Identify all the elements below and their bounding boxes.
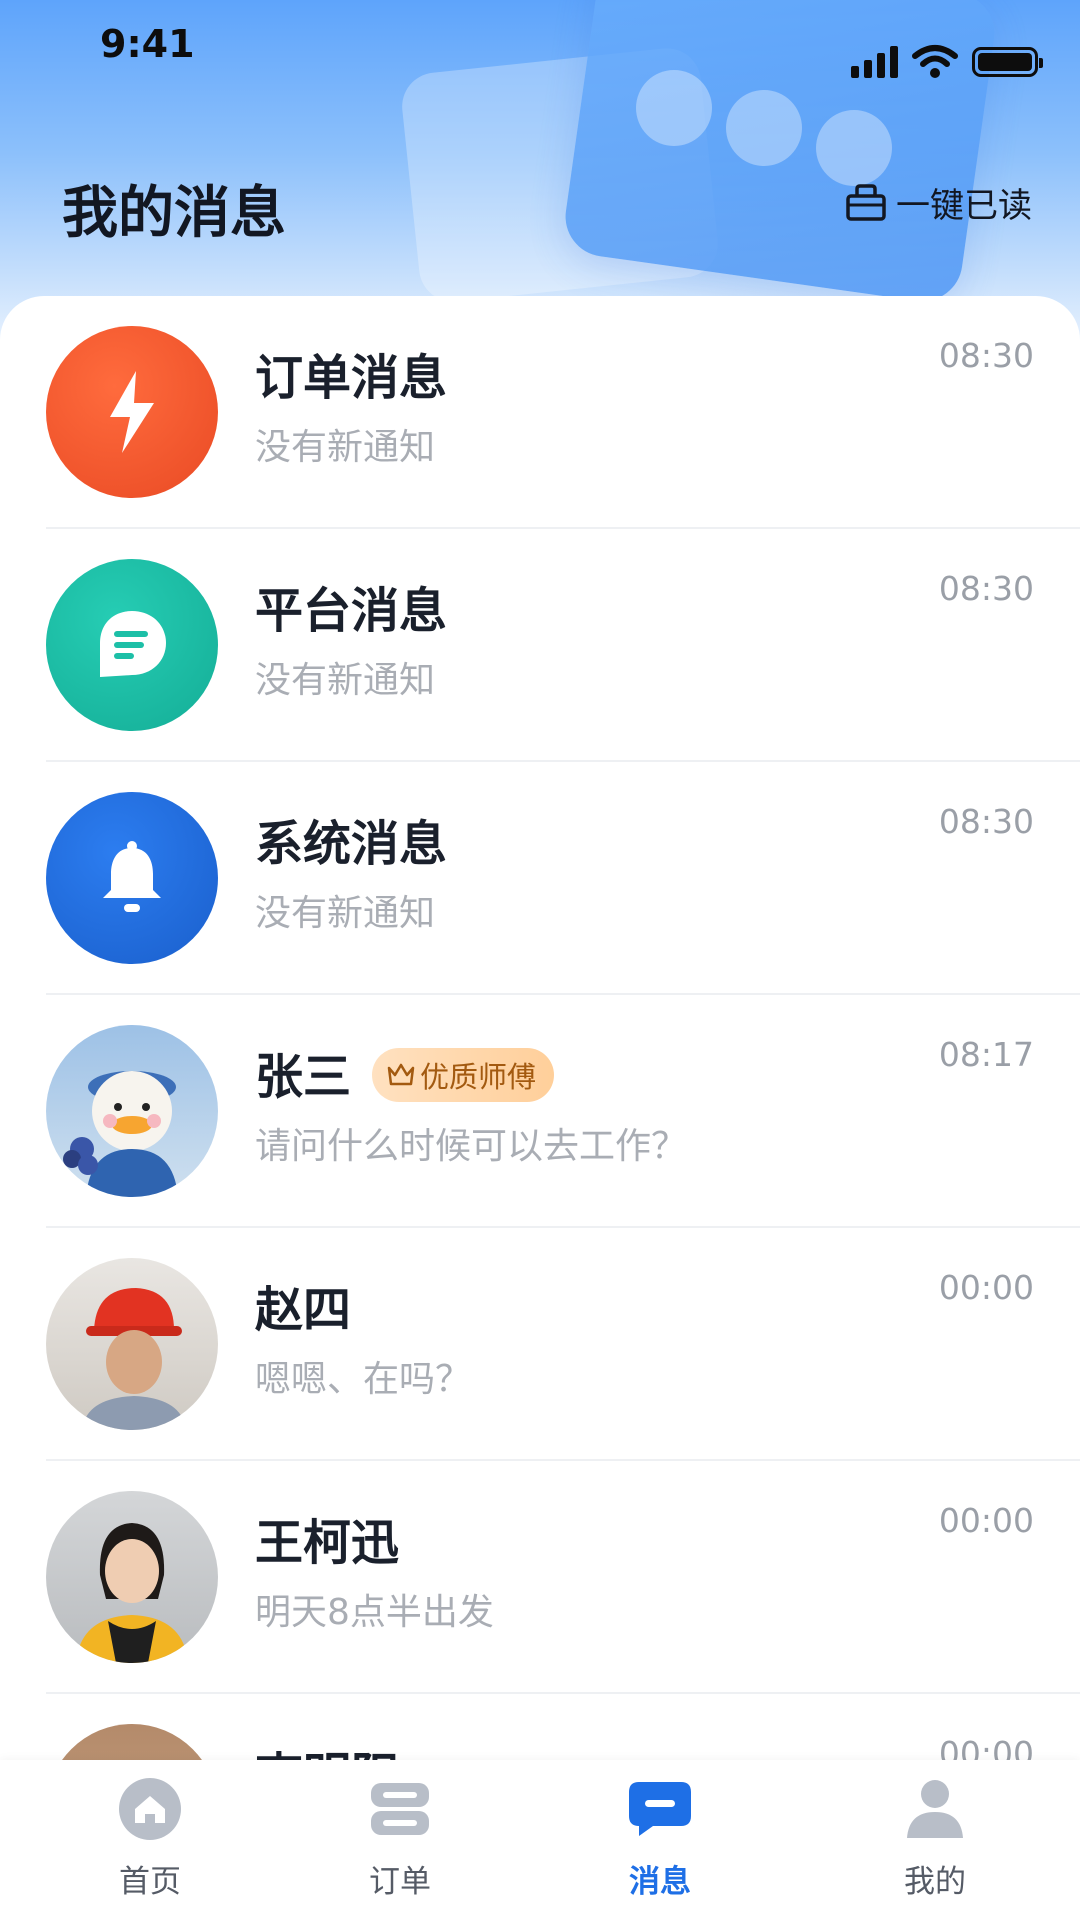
chat-bubble-icon (100, 611, 166, 677)
message-name: 李明阳 (255, 1736, 399, 1760)
tab-label: 订单 (369, 1864, 431, 1900)
message-item-contact[interactable]: 张三 优质师傅 请问什么时候可以去工作？ 08:17 (0, 995, 1080, 1228)
quality-worker-badge: 优质师傅 (372, 1048, 555, 1102)
user-avatar (46, 1491, 218, 1663)
worker-avatar-image (82, 1288, 186, 1430)
battery-icon (972, 47, 1043, 77)
page-title: 我的消息 (62, 181, 286, 246)
basket-icon (846, 183, 886, 221)
decorative-dot (726, 90, 802, 166)
user-avatar (46, 1724, 218, 1760)
message-name: 平台消息 (255, 583, 448, 639)
profile-icon (900, 1774, 970, 1844)
message-item-order[interactable]: 订单消息 没有新通知 08:30 (0, 296, 1080, 529)
message-name: 张三 (255, 1049, 352, 1105)
duck-avatar-image (63, 1071, 178, 1197)
message-time: 08:30 (938, 569, 1034, 608)
message-preview: 明天8点半出发 (255, 1592, 494, 1633)
lightning-icon (110, 371, 154, 453)
mark-all-read-label: 一键已读 (896, 186, 1032, 226)
message-name: 王柯迅 (255, 1515, 400, 1571)
message-item-system[interactable]: 系统消息 没有新通知 08:30 (0, 762, 1080, 995)
message-time: 08:30 (938, 336, 1034, 375)
status-icons (851, 44, 1043, 80)
order-icon (365, 1774, 435, 1844)
decorative-dot (636, 70, 712, 146)
message-time: 00:00 (938, 1734, 1034, 1760)
tab-home[interactable]: 首页 (70, 1774, 230, 1901)
badge-label: 优质师傅 (420, 1060, 537, 1094)
user-avatar (46, 1258, 218, 1430)
woman-avatar-image (76, 1523, 188, 1663)
user-avatar (46, 1025, 218, 1197)
message-time: 00:00 (938, 1268, 1034, 1307)
decorative-dot (816, 110, 892, 186)
tab-label: 首页 (119, 1864, 181, 1900)
home-icon (115, 1774, 185, 1844)
message-icon (625, 1774, 695, 1844)
order-avatar (46, 326, 218, 498)
message-time: 08:17 (938, 1035, 1034, 1074)
message-list[interactable]: 订单消息 没有新通知 08:30 平台消息 没有新通知 08:30 系统消息 没… (0, 296, 1080, 1760)
message-preview: 没有新通知 (255, 893, 436, 934)
tab-profile[interactable]: 我的 (855, 1774, 1015, 1901)
signal-icon (851, 46, 898, 78)
message-preview: 没有新通知 (255, 427, 436, 468)
tab-messages[interactable]: 消息 (580, 1774, 740, 1901)
message-item-platform[interactable]: 平台消息 没有新通知 08:30 (0, 529, 1080, 762)
tab-orders[interactable]: 订单 (320, 1774, 480, 1901)
wifi-icon (912, 45, 958, 78)
system-avatar (46, 792, 218, 964)
tab-label: 我的 (904, 1864, 966, 1900)
message-preview: 没有新通知 (255, 660, 436, 701)
message-preview: 请问什么时候可以去工作？ (255, 1126, 688, 1167)
message-name: 订单消息 (255, 350, 448, 406)
bell-icon (103, 841, 161, 912)
message-time: 08:30 (938, 802, 1034, 841)
message-name: 赵四 (255, 1282, 352, 1338)
message-item-contact[interactable]: 王柯迅 明天8点半出发 00:00 (0, 1461, 1080, 1694)
message-item-contact[interactable]: 赵四 嗯嗯、在吗？ 00:00 (0, 1228, 1080, 1461)
message-time: 00:00 (938, 1501, 1034, 1540)
platform-avatar (46, 559, 218, 731)
crown-icon (387, 1063, 415, 1086)
bottom-tab-bar: 首页 订单 消息 我的 (0, 1760, 1080, 1920)
message-name: 系统消息 (255, 816, 448, 872)
mark-all-read-button[interactable]: 一键已读 (844, 178, 1032, 227)
status-time: 9:41 (100, 22, 195, 66)
message-item-contact[interactable]: 李明阳 00:00 (0, 1694, 1080, 1760)
tab-label: 消息 (629, 1864, 691, 1900)
message-preview: 嗯嗯、在吗？ (255, 1359, 472, 1400)
